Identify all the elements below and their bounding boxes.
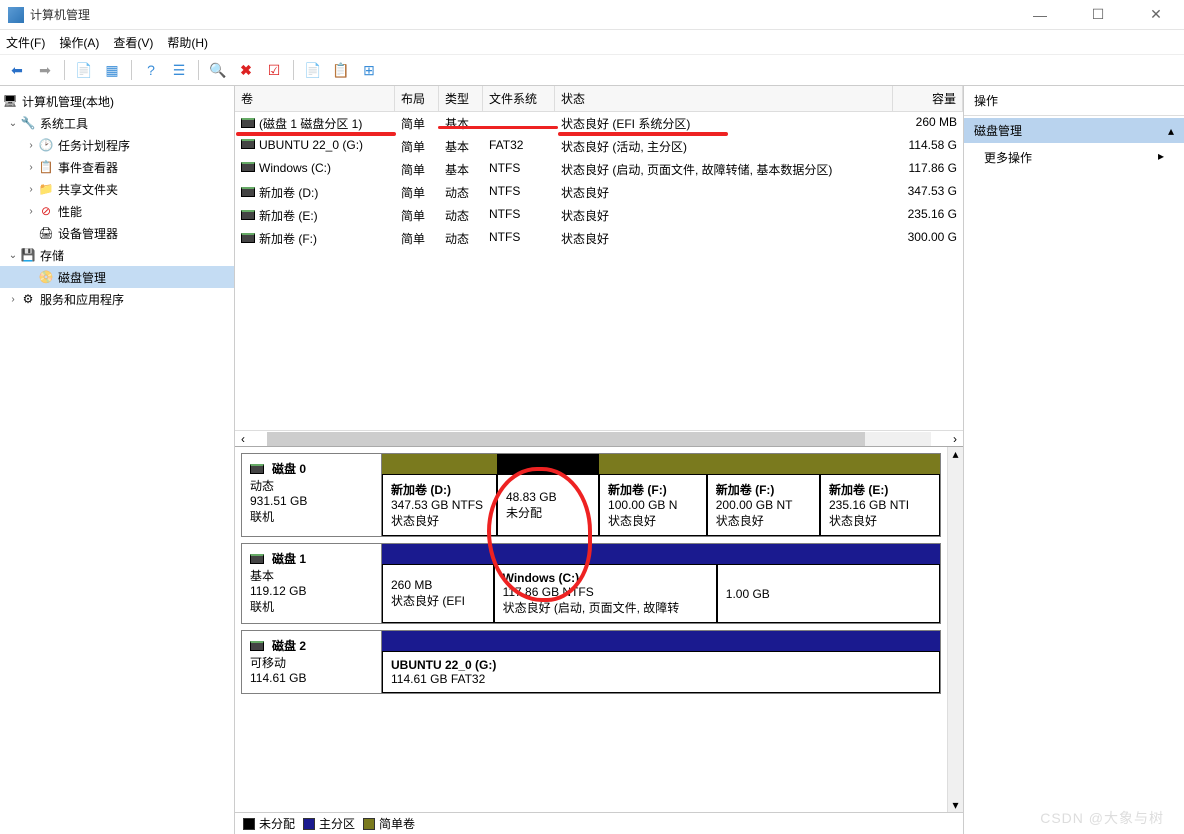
forward-button[interactable]: ➡: [34, 59, 56, 81]
actions-more[interactable]: 更多操作▸: [964, 143, 1184, 172]
delete-icon[interactable]: ✖: [235, 59, 257, 81]
window-title: 计算机管理: [30, 6, 1020, 23]
table-row[interactable]: (磁盘 1 磁盘分区 1)简单基本状态良好 (EFI 系统分区)260 MB: [235, 112, 963, 135]
disk-info: 磁盘 1 基本 119.12 GB 联机: [242, 544, 382, 623]
col-filesystem[interactable]: 文件系统: [483, 86, 555, 111]
new-icon[interactable]: 📄: [302, 59, 324, 81]
disk-1[interactable]: 磁盘 1 基本 119.12 GB 联机 260 MB状态良好 (EFIWind…: [241, 543, 941, 624]
partition[interactable]: 新加卷 (F:)200.00 GB NT状态良好: [707, 474, 820, 536]
tree-pane: 🖥 计算机管理(本地) ⌄ 🔧 系统工具 › 🕑 任务计划程序 › 📋 事件查看…: [0, 86, 235, 834]
toolbar: ⬅ ➡ 📄 ▦ ? ☰ 🔍 ✖ ☑ 📄 📋 ⊞: [0, 54, 1184, 86]
partition[interactable]: Windows (C:)117.86 GB NTFS状态良好 (启动, 页面文件…: [494, 564, 717, 623]
tree-task-scheduler[interactable]: › 🕑 任务计划程序: [0, 134, 234, 156]
menu-action[interactable]: 操作(A): [59, 34, 99, 51]
partition[interactable]: UBUNTU 22_0 (G:)114.61 GB FAT32: [382, 651, 940, 693]
table-row[interactable]: Windows (C:)简单基本NTFS状态良好 (启动, 页面文件, 故障转储…: [235, 158, 963, 181]
col-status[interactable]: 状态: [555, 86, 893, 111]
col-capacity[interactable]: 容量: [893, 86, 963, 111]
event-icon: 📋: [38, 159, 54, 175]
services-icon: ⚙: [20, 291, 36, 307]
table-row[interactable]: 新加卷 (E:)简单动态NTFS状态良好235.16 G: [235, 204, 963, 227]
up-icon[interactable]: 📄: [73, 59, 95, 81]
menu-view[interactable]: 查看(V): [113, 34, 153, 51]
col-volume[interactable]: 卷: [235, 86, 395, 111]
tree-device-manager[interactable]: 🖨 设备管理器: [0, 222, 234, 244]
tree-storage[interactable]: ⌄ 💾 存储: [0, 244, 234, 266]
tree-system-tools[interactable]: ⌄ 🔧 系统工具: [0, 112, 234, 134]
computer-icon: 🖥: [2, 93, 18, 109]
app-icon: [8, 7, 24, 23]
maximize-button[interactable]: ☐: [1078, 3, 1118, 27]
partition[interactable]: 260 MB状态良好 (EFI: [382, 564, 494, 623]
clock-icon: 🕑: [38, 137, 54, 153]
menubar: 文件(F) 操作(A) 查看(V) 帮助(H): [0, 30, 1184, 54]
watermark: CSDN @大象与树: [1040, 808, 1164, 828]
menu-file[interactable]: 文件(F): [6, 34, 45, 51]
partition[interactable]: 48.83 GB未分配: [497, 474, 599, 536]
col-layout[interactable]: 布局: [395, 86, 439, 111]
expander-icon[interactable]: ›: [24, 184, 38, 195]
expander-icon[interactable]: ⌄: [6, 250, 20, 261]
partition[interactable]: 新加卷 (D:)347.53 GB NTFS状态良好: [382, 474, 497, 536]
expander-icon[interactable]: ›: [24, 162, 38, 173]
partition[interactable]: 新加卷 (E:)235.16 GB NTI状态良好: [820, 474, 940, 536]
minimize-button[interactable]: —: [1020, 3, 1060, 27]
tools-icon: 🔧: [20, 115, 36, 131]
partition[interactable]: 新加卷 (F:)100.00 GB N状态良好: [599, 474, 707, 536]
actions-selected[interactable]: 磁盘管理▴: [964, 118, 1184, 143]
tree-performance[interactable]: › ⊘ 性能: [0, 200, 234, 222]
tree-services[interactable]: › ⚙ 服务和应用程序: [0, 288, 234, 310]
table-row[interactable]: 新加卷 (D:)简单动态NTFS状态良好347.53 G: [235, 181, 963, 204]
device-icon: 🖨: [38, 225, 54, 241]
actions-title: 操作: [964, 86, 1184, 116]
disk-0[interactable]: 磁盘 0 动态 931.51 GB 联机 新加卷 (D:)347.53 GB N…: [241, 453, 941, 537]
tree-event-viewer[interactable]: › 📋 事件查看器: [0, 156, 234, 178]
expander-icon[interactable]: ›: [24, 140, 38, 151]
v-scrollbar[interactable]: ▴ ▾: [947, 447, 963, 812]
expander-icon[interactable]: ›: [24, 206, 38, 217]
properties-icon[interactable]: 📋: [330, 59, 352, 81]
actions-pane: 操作 磁盘管理▴ 更多操作▸: [964, 86, 1184, 834]
center-pane: 卷 布局 类型 文件系统 状态 容量 (磁盘 1 磁盘分区 1)简单基本状态良好…: [235, 86, 964, 834]
table-row[interactable]: UBUNTU 22_0 (G:)简单基本FAT32状态良好 (活动, 主分区)1…: [235, 135, 963, 158]
disk-map: 磁盘 0 动态 931.51 GB 联机 新加卷 (D:)347.53 GB N…: [235, 446, 963, 812]
volume-table: 卷 布局 类型 文件系统 状态 容量 (磁盘 1 磁盘分区 1)简单基本状态良好…: [235, 86, 963, 446]
tree-root[interactable]: 🖥 计算机管理(本地): [0, 90, 234, 112]
back-button[interactable]: ⬅: [6, 59, 28, 81]
tree-shared-folders[interactable]: › 📁 共享文件夹: [0, 178, 234, 200]
storage-icon: 💾: [20, 247, 36, 263]
menu-help[interactable]: 帮助(H): [167, 34, 208, 51]
expander-icon[interactable]: ›: [6, 294, 20, 305]
view-icon[interactable]: ▦: [101, 59, 123, 81]
folder-icon: 📁: [38, 181, 54, 197]
list-icon[interactable]: ☰: [168, 59, 190, 81]
chevron-right-icon: ▸: [1158, 149, 1164, 166]
partition[interactable]: 1.00 GB: [717, 564, 940, 623]
refresh-icon[interactable]: 🔍: [207, 59, 229, 81]
table-row[interactable]: 新加卷 (F:)简单动态NTFS状态良好300.00 G: [235, 227, 963, 250]
expander-icon[interactable]: ⌄: [6, 118, 20, 129]
help-icon[interactable]: ?: [140, 59, 162, 81]
legend: 未分配 主分区 简单卷: [235, 812, 963, 834]
disk-icon: 📀: [38, 269, 54, 285]
col-type[interactable]: 类型: [439, 86, 483, 111]
table-header: 卷 布局 类型 文件系统 状态 容量: [235, 86, 963, 112]
check-icon[interactable]: ☑: [263, 59, 285, 81]
disk-2[interactable]: 磁盘 2 可移动 114.61 GB UBUNTU 22_0 (G:)114.6…: [241, 630, 941, 694]
chevron-up-icon: ▴: [1168, 124, 1174, 138]
h-scrollbar[interactable]: ‹ ›: [235, 430, 963, 446]
disk-info: 磁盘 2 可移动 114.61 GB: [242, 631, 382, 693]
settings-icon[interactable]: ⊞: [358, 59, 380, 81]
close-button[interactable]: ✕: [1136, 3, 1176, 27]
disk-info: 磁盘 0 动态 931.51 GB 联机: [242, 454, 382, 536]
titlebar: 计算机管理 — ☐ ✕: [0, 0, 1184, 30]
perf-icon: ⊘: [38, 203, 54, 219]
tree-disk-management[interactable]: 📀 磁盘管理: [0, 266, 234, 288]
